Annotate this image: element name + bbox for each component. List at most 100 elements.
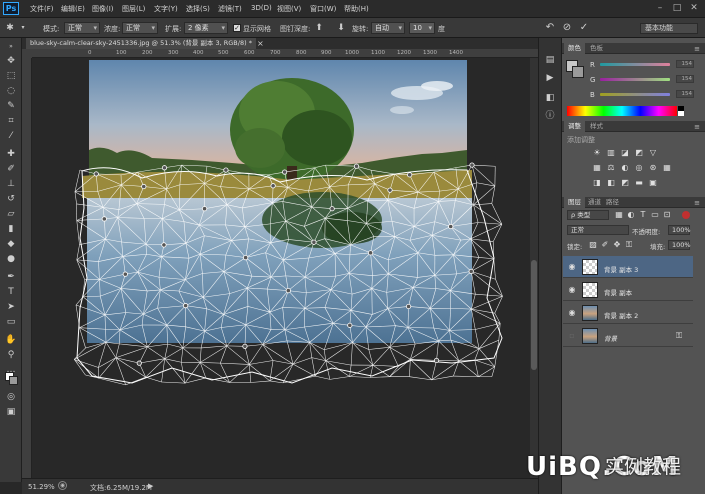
pin-forward-icon[interactable]: ⬆: [313, 22, 325, 34]
visibility-eye-icon[interactable]: ◉: [567, 308, 577, 318]
chevron-down-icon[interactable]: ▾: [17, 22, 29, 34]
properties-panel-icon[interactable]: ◧: [544, 92, 556, 104]
pin-backward-icon[interactable]: ⬇: [335, 22, 347, 34]
opacity-input[interactable]: 100%: [668, 225, 691, 235]
visibility-eye-icon[interactable]: ◉: [567, 262, 577, 272]
dodge-tool-icon[interactable]: ●: [4, 253, 18, 265]
menu-help[interactable]: 帮助(H): [344, 4, 369, 14]
red-channel-slider[interactable]: [600, 63, 670, 66]
collapse-tools-icon[interactable]: »: [4, 41, 18, 53]
layer-name[interactable]: 背景 副本 2: [604, 310, 638, 320]
menu-3d[interactable]: 3D(D): [251, 4, 272, 12]
menu-filter[interactable]: 滤镜(T): [218, 4, 242, 14]
info-panel-icon[interactable]: ⓘ: [544, 110, 556, 122]
eyedropper-tool-icon[interactable]: ⁄: [4, 130, 18, 142]
warp-pin[interactable]: [433, 357, 440, 364]
green-channel-value[interactable]: 154: [676, 75, 694, 83]
zoom-tool-icon[interactable]: ⚲: [4, 349, 18, 361]
blue-channel-slider[interactable]: [600, 93, 670, 96]
green-channel-slider[interactable]: [600, 78, 670, 81]
filter-adjustment-icon[interactable]: ◐: [626, 210, 636, 220]
warp-pin[interactable]: [161, 165, 168, 171]
warp-pin[interactable]: [282, 169, 288, 175]
warp-pin[interactable]: [93, 171, 99, 177]
gradient-tool-icon[interactable]: ▮: [4, 223, 18, 235]
menu-type[interactable]: 文字(Y): [154, 4, 178, 14]
history-panel-icon[interactable]: ▤: [544, 54, 556, 66]
healing-brush-tool-icon[interactable]: ✚: [4, 148, 18, 160]
close-window-button[interactable]: ✕: [686, 2, 702, 15]
tab-color[interactable]: 颜色: [564, 43, 585, 54]
shape-tool-icon[interactable]: ▭: [4, 316, 18, 328]
warp-pin[interactable]: [353, 163, 360, 169]
panel-menu-icon[interactable]: ≡: [692, 44, 702, 54]
status-info-icon[interactable]: ◉: [58, 481, 67, 490]
curves-icon[interactable]: ◪: [620, 148, 630, 158]
exposure-icon[interactable]: ◩: [634, 148, 644, 158]
warp-pin[interactable]: [270, 183, 276, 189]
puppet-warp-tool-icon[interactable]: ✱: [4, 22, 16, 34]
angle-input[interactable]: 10: [409, 22, 435, 34]
status-arrow-icon[interactable]: ▶: [148, 482, 153, 490]
filter-shape-icon[interactable]: ▭: [650, 210, 660, 220]
quick-select-tool-icon[interactable]: ✎: [4, 100, 18, 112]
photo-filter-icon[interactable]: ◎: [634, 163, 644, 173]
vertical-scroll-thumb[interactable]: [531, 260, 537, 370]
tab-adjustments[interactable]: 调整: [564, 121, 585, 132]
gradient-map-icon[interactable]: ▬: [634, 178, 644, 188]
menu-layer[interactable]: 图层(L): [122, 4, 145, 14]
red-channel-value[interactable]: 154: [676, 60, 694, 68]
menu-window[interactable]: 窗口(W): [310, 4, 336, 14]
screen-mode-icon[interactable]: ▣: [4, 406, 18, 418]
warp-pin[interactable]: [311, 239, 317, 245]
tab-layers[interactable]: 图层: [564, 197, 585, 208]
warp-pin[interactable]: [242, 343, 248, 349]
expand-select[interactable]: 2 像素: [184, 22, 228, 34]
warp-pin[interactable]: [183, 303, 189, 309]
threshold-icon[interactable]: ◩: [620, 178, 630, 188]
filter-type-icon[interactable]: T: [638, 210, 648, 220]
color-lookup-icon[interactable]: ▦: [662, 163, 672, 173]
undo-icon[interactable]: ↶: [544, 22, 556, 34]
menu-file[interactable]: 文件(F): [30, 4, 54, 14]
path-select-tool-icon[interactable]: ➤: [4, 301, 18, 313]
brightness-icon[interactable]: ☀: [592, 148, 602, 158]
cancel-icon[interactable]: ⊘: [561, 22, 573, 34]
warp-pin[interactable]: [468, 268, 474, 275]
show-mesh-checkbox[interactable]: ✓: [233, 24, 241, 32]
density-select[interactable]: 正常: [122, 22, 158, 34]
pen-tool-icon[interactable]: ✒: [4, 271, 18, 283]
visibility-hidden-icon[interactable]: ▫: [567, 331, 577, 341]
warp-pin[interactable]: [101, 216, 107, 222]
warp-pin[interactable]: [122, 271, 128, 277]
warp-pin[interactable]: [201, 206, 208, 212]
white-swatch[interactable]: [678, 111, 684, 116]
warp-pin[interactable]: [141, 183, 147, 190]
blend-mode-select[interactable]: 正常: [567, 225, 629, 235]
commit-icon[interactable]: ✓: [578, 22, 590, 34]
document-tab[interactable]: blue-sky-calm-clear-sky-2451336.jpg @ 51…: [26, 38, 256, 49]
tab-styles[interactable]: 样式: [586, 121, 607, 132]
lasso-tool-icon[interactable]: ◌: [4, 85, 18, 97]
crop-tool-icon[interactable]: ⌗: [4, 115, 18, 127]
lock-pixels-icon[interactable]: ✐: [600, 240, 610, 250]
rotate-select[interactable]: 自动: [371, 22, 405, 34]
zoom-level[interactable]: 51.29%: [28, 483, 55, 491]
posterize-icon[interactable]: ◧: [606, 178, 616, 188]
lock-all-icon[interactable]: ⚿: [624, 240, 634, 250]
blur-tool-icon[interactable]: ◆: [4, 238, 18, 250]
layer-name[interactable]: 背景 副本 3: [604, 264, 638, 274]
channel-mixer-icon[interactable]: ⊛: [648, 163, 658, 173]
warp-pin[interactable]: [448, 223, 454, 230]
layer-name[interactable]: 背景 副本: [604, 287, 632, 297]
warp-pin[interactable]: [136, 360, 142, 366]
warp-pin[interactable]: [469, 162, 475, 168]
warp-pin[interactable]: [329, 206, 335, 212]
type-tool-icon[interactable]: T: [4, 286, 18, 298]
panel-menu-icon[interactable]: ≡: [692, 198, 702, 208]
warp-pin[interactable]: [367, 250, 374, 256]
background-color-swatch[interactable]: [9, 376, 18, 385]
filter-smart-icon[interactable]: ⊡: [662, 210, 672, 220]
actions-panel-icon[interactable]: ▶: [544, 72, 556, 84]
canvas-area[interactable]: [32, 58, 530, 478]
